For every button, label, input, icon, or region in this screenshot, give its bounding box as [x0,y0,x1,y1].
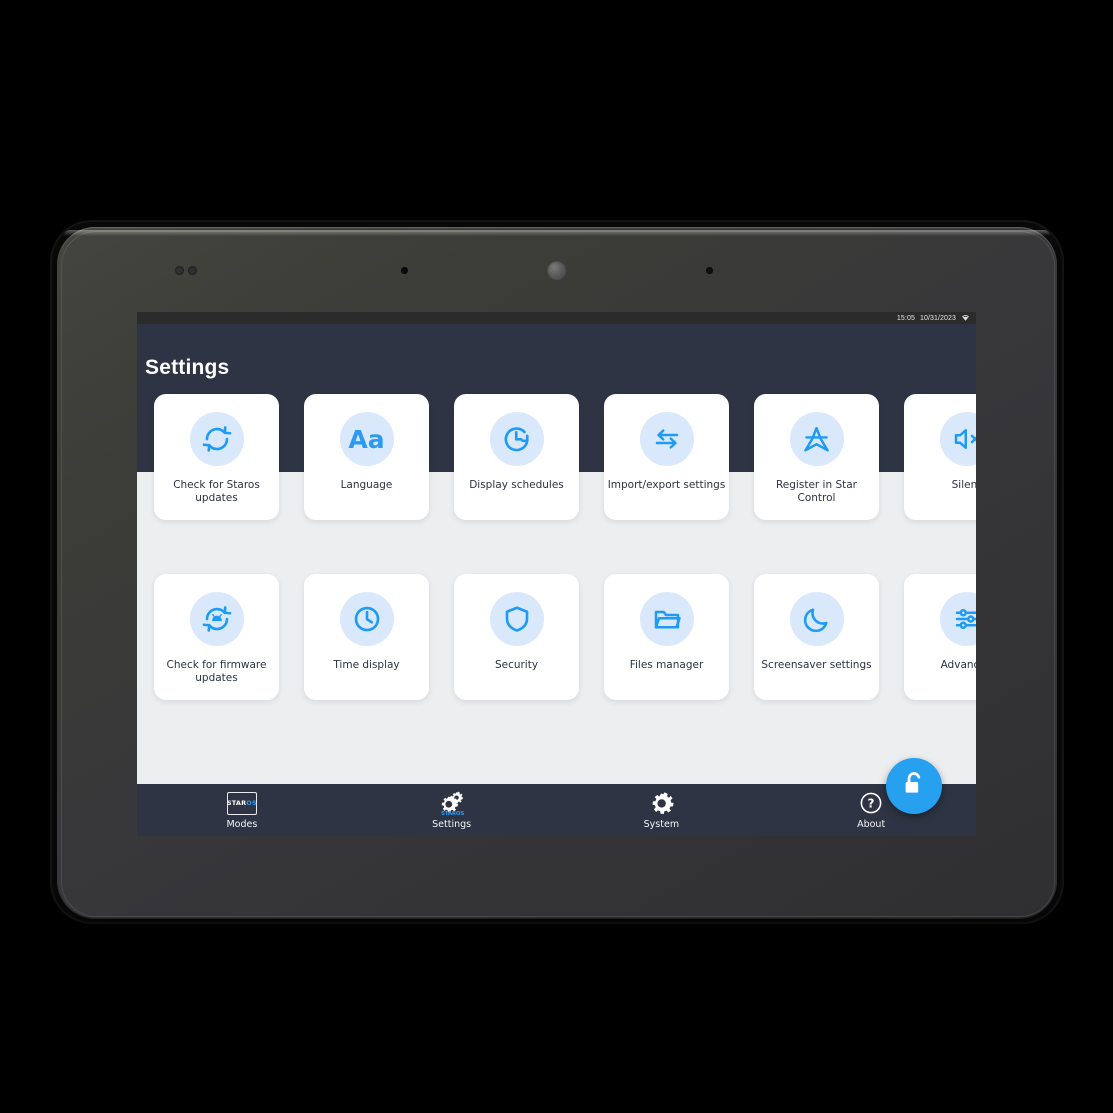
settings-grid-row-2: Check for firmware updates Time display [154,574,976,700]
tile-display-schedules[interactable]: Display schedules [454,394,579,520]
shield-icon [489,592,544,646]
staros-logo-box: STAR OS [226,791,257,815]
nav-label: Modes [226,819,258,830]
tile-label: Check for Staros updates [173,479,260,504]
clock-icon [339,592,394,646]
page-title: Settings [145,356,230,379]
screenshot-root: 15:05 10/31/2023 Settings Check for Star… [0,0,1113,1113]
tile-label: Silent [951,479,976,491]
staros-box-icon: STAR OS [227,790,257,816]
tile-silent[interactable]: Silent [904,394,976,520]
tile-label: Register in Star Control [775,479,857,504]
nav-item-about[interactable]: ? About [766,784,976,836]
tile-label: Display schedules [469,479,564,491]
settings-grid: Check for Staros updates Aa Language Dis… [137,394,976,794]
tile-label: Language [340,479,393,491]
gear-icon [648,790,674,816]
nav-label: System [643,819,680,830]
status-bar-date: 10/31/2023 [919,314,956,322]
tile-label: Files manager [629,659,704,671]
status-bar-time: 15:05 [896,314,915,322]
wifi-icon [961,313,970,323]
folder-open-icon [639,592,694,646]
proximity-sensor-icon [175,266,184,275]
front-camera-icon [547,261,567,281]
nav-label: Settings [432,819,472,830]
tile-label: Check for firmware updates [166,659,267,684]
microphone-pinhole-icon [401,267,408,274]
tile-screensaver-settings[interactable]: Screensaver settings [754,574,879,700]
aa-glyph: Aa [348,424,385,454]
tile-files-manager[interactable]: Files manager [604,574,729,700]
unlock-button[interactable] [886,758,942,814]
nav-item-settings[interactable]: STAROS Settings [347,784,557,836]
tile-time-display[interactable]: Time display [304,574,429,700]
tablet-screen: 15:05 10/31/2023 Settings Check for Star… [137,312,976,836]
bottom-navigation-bar: STAR OS Modes STAROS Settings System ? A… [137,784,976,836]
advanced-icon [939,592,976,646]
tile-language[interactable]: Aa Language [304,394,429,520]
status-bar: 15:05 10/31/2023 [137,312,976,324]
ambient-light-sensor-icon [188,266,197,275]
moon-icon [789,592,844,646]
tile-label: Time display [333,659,400,671]
gears-icon: STAROS [438,790,466,817]
clock-refresh-icon [489,412,544,466]
nav-item-modes[interactable]: STAR OS Modes [137,784,347,836]
question-circle-icon: ? [859,790,883,816]
nav-item-system[interactable]: System [557,784,767,836]
staros-logo-part1: STAR [226,799,247,807]
tile-security[interactable]: Security [454,574,579,700]
settings-grid-row-1: Check for Staros updates Aa Language Dis… [154,394,976,520]
tile-import-export-settings[interactable]: Import/export settings [604,394,729,520]
tile-advanced[interactable]: Advanced [904,574,976,700]
tile-register-in-star-control[interactable]: Register in Star Control [754,394,879,520]
aa-text-icon: Aa [339,412,394,466]
secondary-pinhole-icon [706,267,713,274]
tile-check-for-firmware-updates[interactable]: Check for firmware updates [154,574,279,700]
android-refresh-icon [189,592,244,646]
star-icon [789,412,844,466]
nav-label: About [857,819,886,830]
tile-label: Screensaver settings [761,659,872,671]
exchange-arrows-icon [639,412,694,466]
tile-label: Security [494,659,539,671]
tile-label: Import/export settings [607,479,726,491]
svg-text:?: ? [868,796,875,810]
refresh-circle-icon [189,412,244,466]
settings-gear-logo-text: STAROS [440,811,465,817]
unlock-icon [901,770,927,803]
tile-label: Advanced [940,659,976,671]
silent-icon [939,412,976,466]
tile-check-for-staros-updates[interactable]: Check for Staros updates [154,394,279,520]
staros-logo-part2: OS [246,799,257,807]
